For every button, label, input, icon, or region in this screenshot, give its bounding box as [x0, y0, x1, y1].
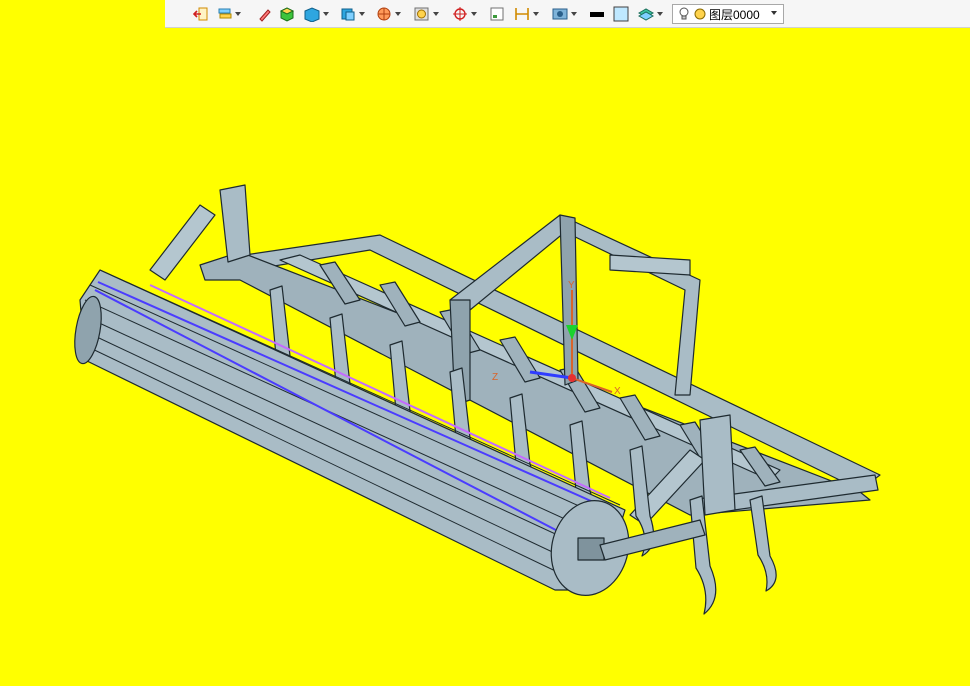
pencil-icon	[259, 9, 271, 22]
triad-label-z: Z	[492, 372, 499, 383]
sheet-button[interactable]	[489, 5, 505, 23]
render-mode-button[interactable]	[413, 5, 439, 23]
pencil-button[interactable]	[257, 5, 273, 23]
layer-stack-icon	[637, 8, 655, 21]
chevron-down-icon[interactable]	[771, 11, 777, 15]
face-color-button[interactable]	[613, 5, 629, 23]
snap-target-button[interactable]	[451, 5, 477, 23]
image-capture-button[interactable]	[551, 5, 577, 23]
left-post	[219, 184, 251, 263]
3d-viewport[interactable]: Y X Z 图层0000	[0, 0, 970, 686]
section-view-button[interactable]	[375, 5, 401, 23]
lightbulb-icon[interactable]	[677, 7, 691, 21]
dimension-icon	[515, 8, 529, 20]
face-color-swatch	[613, 6, 629, 22]
dimension-button[interactable]	[513, 5, 539, 23]
layer-manager-icon	[218, 8, 232, 19]
display-mode-icon	[304, 7, 320, 22]
layer-status-icon[interactable]	[693, 7, 707, 21]
top-toolbar: 图层0000	[165, 0, 970, 28]
sheet-icon	[490, 7, 504, 21]
layer-stack-button[interactable]	[637, 5, 663, 23]
view-orientation-icon	[341, 8, 355, 21]
line-color-swatch	[590, 12, 604, 17]
triad-label-x: X	[614, 386, 621, 397]
display-mode-button[interactable]	[303, 5, 329, 23]
image-capture-icon	[552, 8, 568, 20]
layer-select[interactable]: 图层0000	[672, 4, 784, 24]
layer-manager-button[interactable]	[217, 5, 241, 23]
render-mode-icon	[414, 7, 429, 21]
view-orientation-button[interactable]	[339, 5, 365, 23]
triad-label-y: Y	[568, 280, 575, 291]
exit-sketch-icon	[193, 7, 208, 21]
solid-box-icon	[279, 7, 295, 22]
exit-sketch-button[interactable]	[193, 5, 209, 23]
solid-box-button[interactable]	[279, 5, 295, 23]
cultivator-model[interactable]	[0, 0, 970, 686]
section-view-icon	[377, 7, 391, 21]
snap-target-icon	[453, 7, 467, 21]
line-color-button[interactable]	[589, 5, 605, 23]
layer-select-value: 图层0000	[709, 7, 760, 22]
